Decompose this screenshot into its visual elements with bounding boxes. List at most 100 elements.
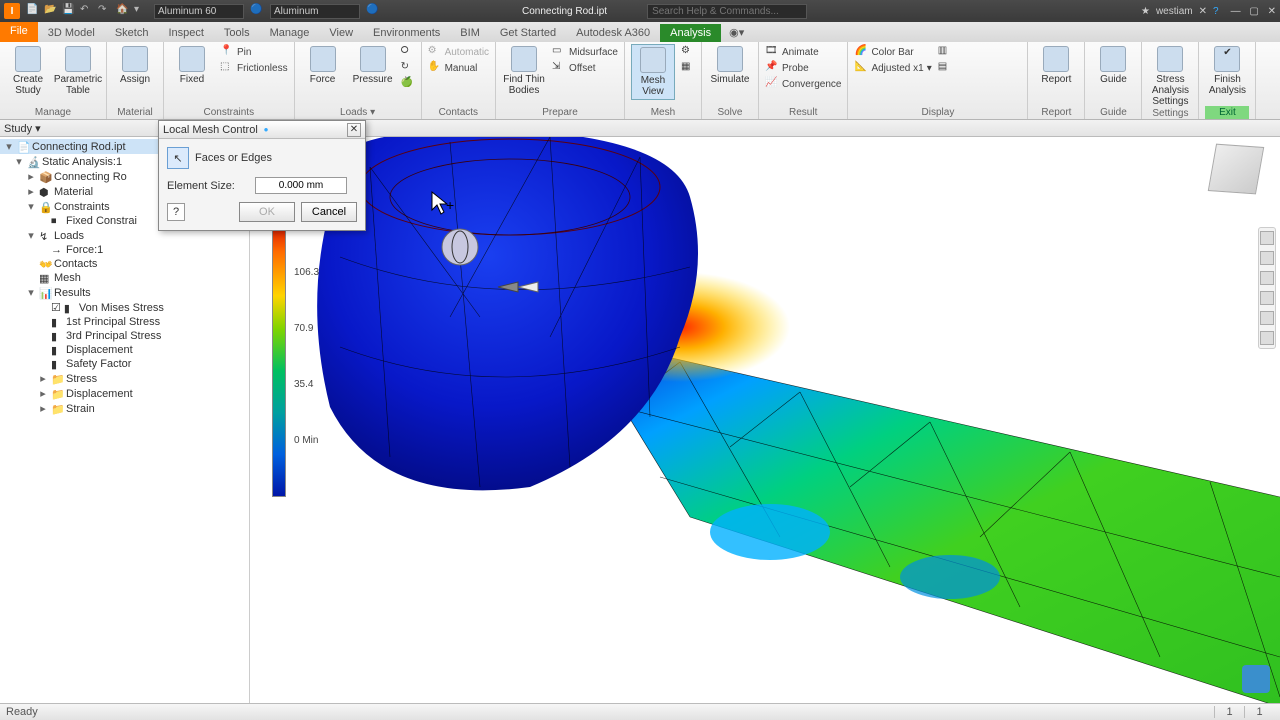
tree-p3[interactable]: ▮3rd Principal Stress [0,329,249,343]
assign-material-button[interactable]: Assign [113,44,157,85]
settings-button[interactable]: Stress Analysis Settings [1148,44,1192,107]
panel-contacts: Contacts [428,106,489,119]
force-button[interactable]: Force [301,44,345,85]
qat-save-icon[interactable]: 💾 [62,4,76,18]
tab-manage[interactable]: Manage [260,24,320,42]
nav-zoom-icon[interactable] [1260,291,1274,305]
nav-fullnav-icon[interactable] [1260,331,1274,345]
manual-contacts-button[interactable]: ✋Manual [428,60,489,76]
offset-button[interactable]: ⇲Offset [552,60,618,76]
maximize-icon[interactable]: ▢ [1249,6,1258,17]
tree-strain[interactable]: ▸📁Strain [0,401,249,416]
nav-pan-icon[interactable] [1260,271,1274,285]
qat-more-icon[interactable]: ▾ [134,4,148,18]
appearance-icon[interactable]: 🔵 [250,4,264,18]
tree-sf[interactable]: ▮Safety Factor [0,357,249,371]
nav-orbit-icon[interactable] [1260,251,1274,265]
nav-lookat-icon[interactable] [1260,311,1274,325]
tab-bim[interactable]: BIM [450,24,490,42]
tab-env[interactable]: Environments [363,24,450,42]
share-button[interactable] [1242,665,1270,693]
guide-button[interactable]: Guide [1091,44,1135,85]
minimize-icon[interactable]: — [1231,6,1241,17]
nav-home-icon[interactable] [1260,231,1274,245]
tab-a360[interactable]: Autodesk A360 [566,24,660,42]
tab-view[interactable]: View [319,24,363,42]
colorbar-button[interactable]: 🌈Color Bar [854,44,931,60]
tab-overflow-icon[interactable]: ◉▾ [721,23,752,42]
qat-home-icon[interactable]: 🏠 [116,4,130,18]
tab-model[interactable]: 3D Model [38,24,105,42]
element-size-input[interactable] [255,177,347,194]
close-icon[interactable]: ✕ [1268,6,1276,17]
finish-analysis-button[interactable]: ✔Finish Analysis [1205,44,1249,96]
tree-results[interactable]: ▾📊Results [0,285,249,300]
search-input[interactable] [647,4,807,19]
graphics-viewport[interactable]: 141.8 106.3 70.9 35.4 0 Min z x [250,137,1280,703]
tree-disp[interactable]: ▮Displacement [0,343,249,357]
qat-undo-icon[interactable]: ↶ [80,4,94,18]
ok-button[interactable]: OK [239,202,295,222]
pressure-button[interactable]: Pressure [351,44,395,85]
dialog-help-icon[interactable]: ? [167,203,185,221]
pressure-icon [360,46,386,72]
user-name[interactable]: westiam [1156,6,1193,17]
find-thin-button[interactable]: Find Thin Bodies [502,44,546,96]
view-cube[interactable] [1208,144,1264,195]
tree-p1[interactable]: ▮1st Principal Stress [0,315,249,329]
mesh-settings-button[interactable]: ⚙ [681,44,695,60]
qat-open-icon[interactable]: 📂 [44,4,58,18]
midsurface-button[interactable]: ▭Midsurface [552,44,618,60]
signin-icon[interactable]: ★ [1141,6,1150,17]
select-faces-button[interactable]: ↖ [167,147,189,169]
display-scale-select[interactable]: 📐Adjusted x1 ▾ [854,60,931,76]
local-mesh-icon: ▦ [681,61,695,75]
help-icon[interactable]: ? [1213,6,1219,17]
tree-mesh[interactable]: ▦Mesh [0,271,249,285]
study-dropdown[interactable]: Study ▾ [4,122,41,135]
qat-redo-icon[interactable]: ↷ [98,4,112,18]
dialog-pin-icon[interactable]: • [264,122,269,137]
exchange-icon[interactable]: ✕ [1199,6,1207,17]
tab-sketch[interactable]: Sketch [105,24,159,42]
qat-new-icon[interactable]: 📄 [26,4,40,18]
appearance-icon-2[interactable]: 🔵 [366,4,380,18]
frictionless-button[interactable]: ⬚Frictionless [220,60,288,76]
probe-button[interactable]: 📌Probe [765,60,841,76]
convergence-button[interactable]: 📈Convergence [765,76,841,92]
local-mesh-button[interactable]: ▦ [681,60,695,76]
create-study-button[interactable]: Create Study [6,44,50,96]
display-extra-1[interactable]: ▥ [938,44,952,60]
loads-extra-3[interactable]: 🍏 [401,76,415,92]
dialog-title: Local Mesh Control [163,124,258,136]
find-thin-icon [511,46,537,72]
parametric-table-button[interactable]: Parametric Table [56,44,100,96]
animate-button[interactable]: 🎞Animate [765,44,841,60]
material-selector-2[interactable] [270,4,360,19]
tab-tools[interactable]: Tools [214,24,260,42]
pin-constraint-button[interactable]: 📍Pin [220,44,288,60]
navigation-bar [1258,227,1276,349]
tree-force[interactable]: →Force:1 [0,243,249,257]
tab-inspect[interactable]: Inspect [158,24,213,42]
dialog-close-icon[interactable]: ✕ [347,123,361,137]
tree-vm[interactable]: ☑▮Von Mises Stress [0,300,249,315]
loads-extra-1[interactable]: ⭘ [401,44,415,60]
report-button[interactable]: Report [1034,44,1078,85]
tab-file[interactable]: File [0,22,38,42]
tree-contacts[interactable]: 👐Contacts [0,257,249,271]
automatic-contacts-button[interactable]: ⚙Automatic [428,44,489,60]
material-selector-1[interactable] [154,4,244,19]
tab-analysis[interactable]: Analysis [660,24,721,42]
panel-loads[interactable]: Loads ▾ [301,106,415,119]
probe-icon: 📌 [765,61,779,75]
loads-extra-2[interactable]: ↻ [401,60,415,76]
tree-stress[interactable]: ▸📁Stress [0,371,249,386]
simulate-button[interactable]: Simulate [708,44,752,85]
tree-disp2[interactable]: ▸📁Displacement [0,386,249,401]
mesh-view-button[interactable]: Mesh View [631,44,675,100]
fixed-constraint-button[interactable]: Fixed [170,44,214,85]
display-extra-2[interactable]: ▤ [938,60,952,76]
cancel-button[interactable]: Cancel [301,202,357,222]
tab-start[interactable]: Get Started [490,24,566,42]
